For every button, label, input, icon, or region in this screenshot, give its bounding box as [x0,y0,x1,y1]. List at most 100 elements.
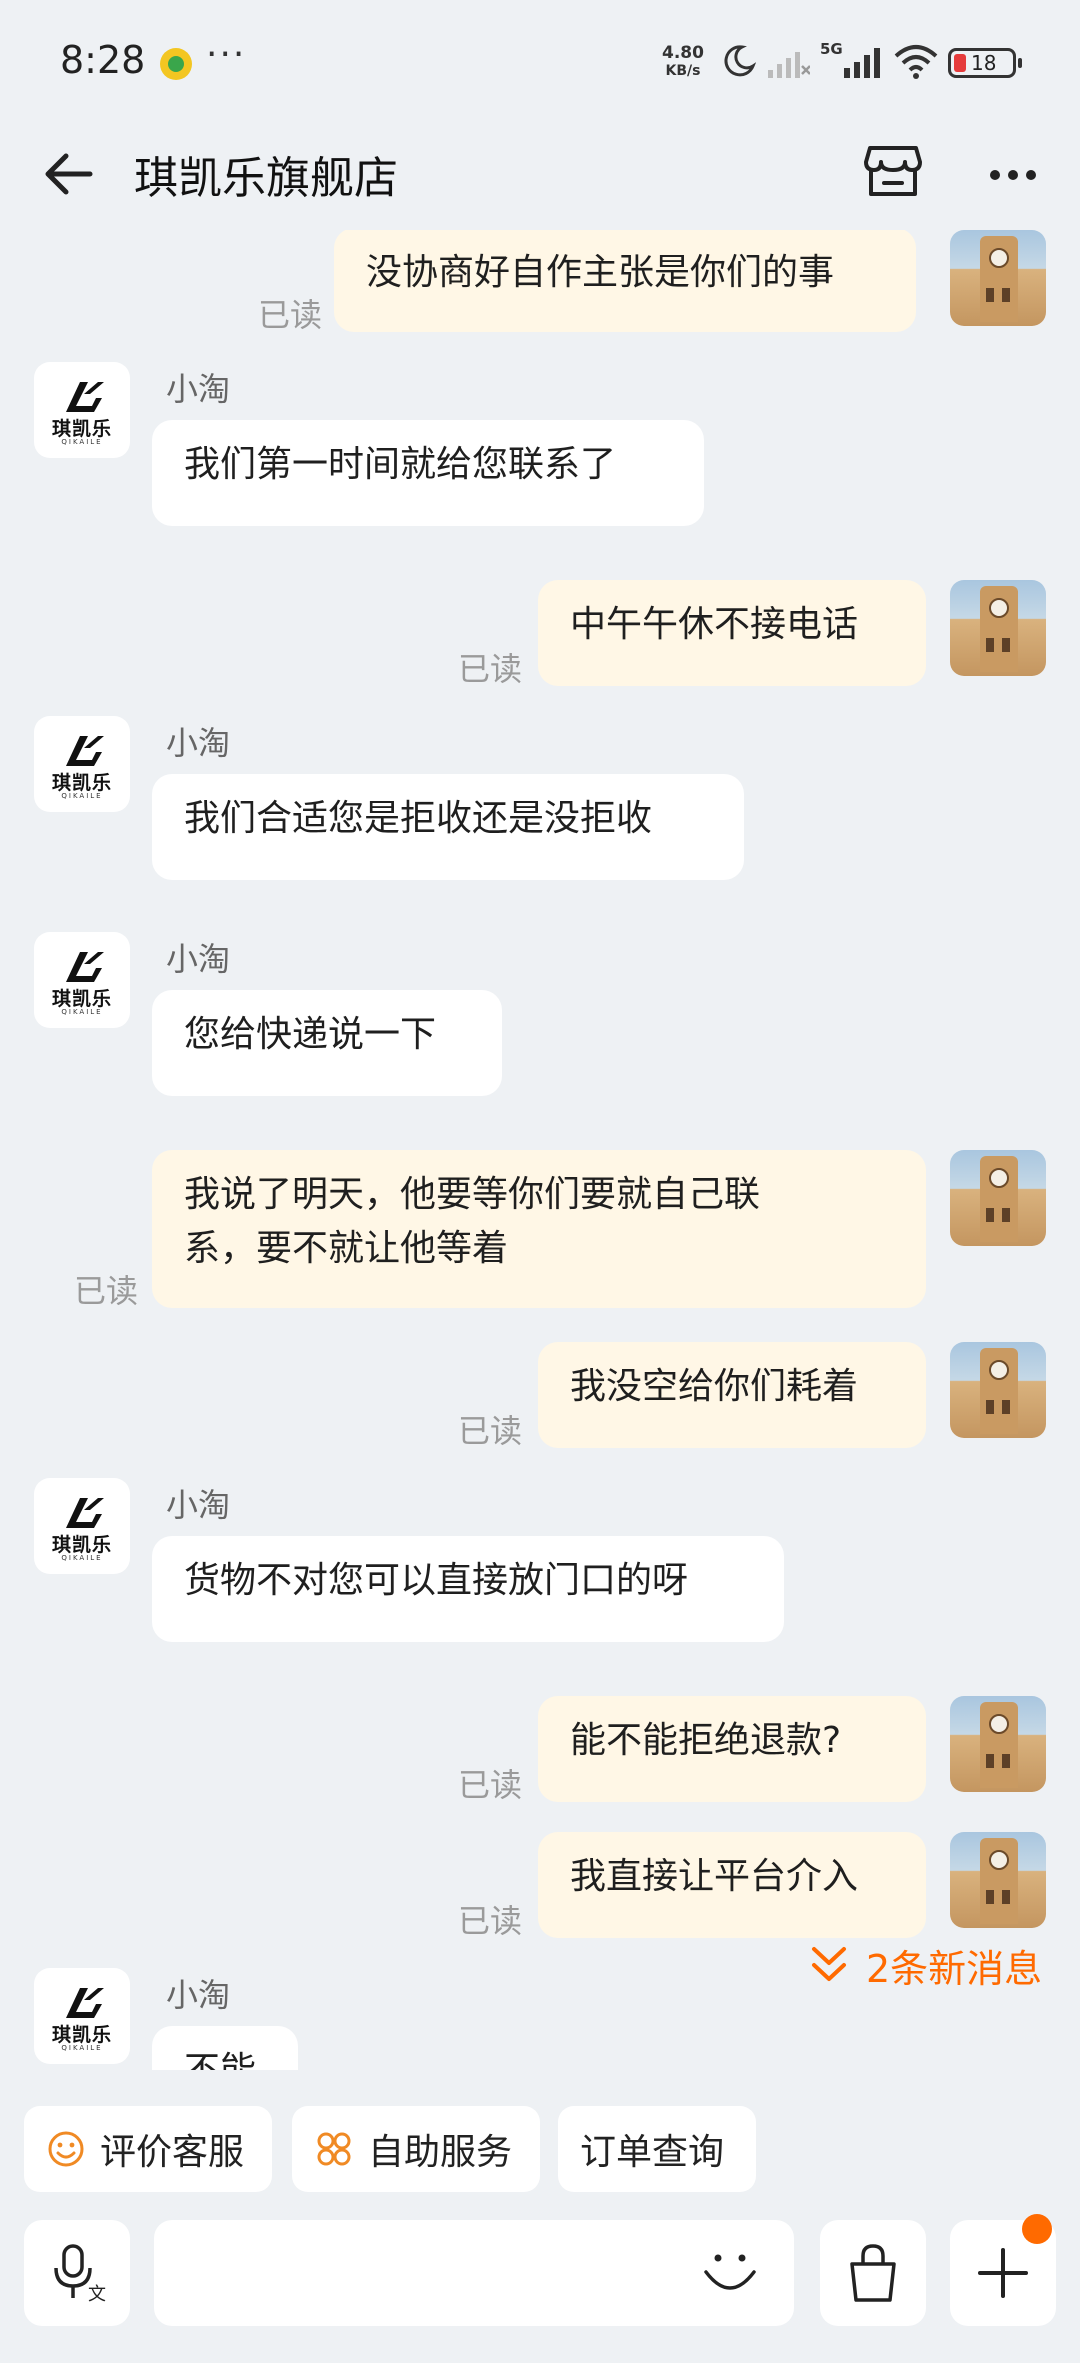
signal-icon [844,48,880,78]
self-avatar[interactable] [950,1696,1046,1792]
message-bubble-other[interactable]: 您给快递说一下 [152,990,502,1096]
message-bubble-other[interactable]: 我们合适您是拒收还是没拒收 [152,774,744,880]
signal-sim2-icon [768,52,810,78]
shop-logo-name: 琪凯乐 [51,1534,112,1556]
self-avatar[interactable] [950,230,1046,326]
status-bar: 8:28 ··· 4.80 KB/s 5G 18 [0,0,1080,130]
voice-input-button[interactable]: 文 [24,2220,130,2326]
read-receipt: 已读 [458,650,523,688]
microphone-translate-icon: 文 [54,2244,106,2304]
double-chevron-down-icon [812,1947,846,1981]
svg-text:文: 文 [88,2284,106,2304]
back-arrow-icon[interactable] [40,144,100,204]
message-bubble-self[interactable]: 我说了明天，他要等你们要就自己联 系，要不就让他等着 [152,1150,926,1308]
sender-name: 小淘 [166,940,231,978]
new-messages-button[interactable]: 2条新消息 [810,1940,1043,1991]
sender-name: 小淘 [166,1976,231,2014]
message-text: 您给快递说一下 [184,1014,437,1055]
order-query-button[interactable]: 订单查询 [558,2106,756,2192]
rate-service-label: 评价客服 [100,2132,245,2173]
battery-icon: 18 [948,48,1022,78]
rate-service-button[interactable]: 评价客服 [24,2106,272,2192]
order-query-label: 订单查询 [580,2132,725,2173]
more-notifications-indicator: ··· [206,34,247,75]
shop-logo-name: 琪凯乐 [51,2024,112,2046]
chat-message-list[interactable]: 没协商好自作主张是你们的事 已读 琪凯乐 QIKAILE 小淘 我们第一时间就给… [0,230,1080,2070]
net-speed-unit: KB/s [665,63,701,79]
self-avatar[interactable] [950,1150,1046,1246]
notification-dot [1022,2214,1052,2244]
self-service-button[interactable]: 自助服务 [292,2106,540,2192]
smile-icon [48,2131,84,2167]
page-title: 琪凯乐旗舰店 [134,153,398,204]
read-receipt: 已读 [458,1412,523,1450]
sender-name: 小淘 [166,724,231,762]
self-avatar[interactable] [950,1342,1046,1438]
message-bubble-self[interactable]: 中午午休不接电话 [538,580,926,686]
grid-dots-icon [317,2132,351,2166]
chat-header: 琪凯乐旗舰店 [0,130,1080,230]
message-bubble-other[interactable]: 货物不对您可以直接放门口的呀 [152,1536,784,1642]
message-text: 中午午休不接电话 [570,604,859,645]
message-text: 能不能拒绝退款? [570,1720,842,1761]
message-bubble-self[interactable]: 能不能拒绝退款? [538,1696,926,1802]
shop-logo-sub: QIKAILE [61,1554,103,1562]
self-avatar[interactable] [950,1832,1046,1928]
message-text: 我们第一时间就给您联系了 [184,444,617,485]
shop-avatar[interactable]: 琪凯乐 QIKAILE [34,1478,130,1574]
message-text: 不能 [184,2050,256,2070]
wifi-icon [894,45,938,79]
read-receipt: 已读 [458,1766,523,1804]
shop-logo-sub: QIKAILE [61,792,103,800]
read-receipt: 已读 [258,296,323,334]
network-type: 5G [820,40,843,58]
message-text: 我直接让平台介入 [570,1856,859,1897]
shop-logo-icon [66,382,104,412]
message-text: 我们合适您是拒收还是没拒收 [184,798,653,839]
shop-logo-icon [66,1498,104,1528]
app-notification-icon [160,48,192,80]
net-speed-value: 4.80 [662,43,704,63]
shop-avatar[interactable]: 琪凯乐 QIKAILE [34,716,130,812]
sender-name: 小淘 [166,1486,231,1524]
more-options-button[interactable] [980,142,1046,204]
message-bubble-self[interactable]: 没协商好自作主张是你们的事 [334,230,916,332]
battery-level: 18 [971,51,997,75]
new-messages-label: 2条新消息 [866,1946,1043,1991]
net-speed: 4.80 KB/s [662,44,704,80]
shop-logo-sub: QIKAILE [61,438,103,446]
read-receipt: 已读 [458,1902,523,1940]
emoji-icon[interactable] [702,2250,758,2298]
shop-logo-icon [66,736,104,766]
message-text: 没协商好自作主张是你们的事 [366,252,835,293]
store-icon[interactable] [862,140,924,202]
self-avatar[interactable] [950,580,1046,676]
message-text: 我没空给你们耗着 [570,1366,859,1407]
message-bubble-other[interactable]: 不能 [152,2026,298,2070]
self-service-label: 自助服务 [368,2132,513,2173]
message-text-line-2: 系，要不就让他等着 [184,1228,509,1269]
plus-icon [978,2248,1028,2298]
message-bubble-other[interactable]: 我们第一时间就给您联系了 [152,420,704,526]
shop-avatar[interactable]: 琪凯乐 QIKAILE [34,932,130,1028]
read-receipt: 已读 [74,1272,139,1310]
shop-logo-icon [66,1988,104,2018]
shopping-bag-icon [850,2244,896,2302]
message-text: 货物不对您可以直接放门口的呀 [184,1560,689,1601]
shop-logo-sub: QIKAILE [61,2044,103,2052]
shop-logo-name: 琪凯乐 [51,988,112,1010]
do-not-disturb-icon [724,45,756,77]
shop-logo-name: 琪凯乐 [51,418,112,440]
message-bubble-self[interactable]: 我直接让平台介入 [538,1832,926,1938]
quick-actions-bar: 评价客服 自助服务 订单查询 [0,2100,1080,2200]
shop-avatar[interactable]: 琪凯乐 QIKAILE [34,1968,130,2064]
product-bag-button[interactable] [820,2220,926,2326]
message-input[interactable] [154,2220,794,2326]
status-time: 8:28 [60,38,146,82]
message-bubble-self[interactable]: 我没空给你们耗着 [538,1342,926,1448]
shop-avatar[interactable]: 琪凯乐 QIKAILE [34,362,130,458]
message-text-line-1: 我说了明天，他要等你们要就自己联 [184,1174,761,1215]
shop-logo-sub: QIKAILE [61,1008,103,1016]
sender-name: 小淘 [166,370,231,408]
shop-logo-name: 琪凯乐 [51,772,112,794]
